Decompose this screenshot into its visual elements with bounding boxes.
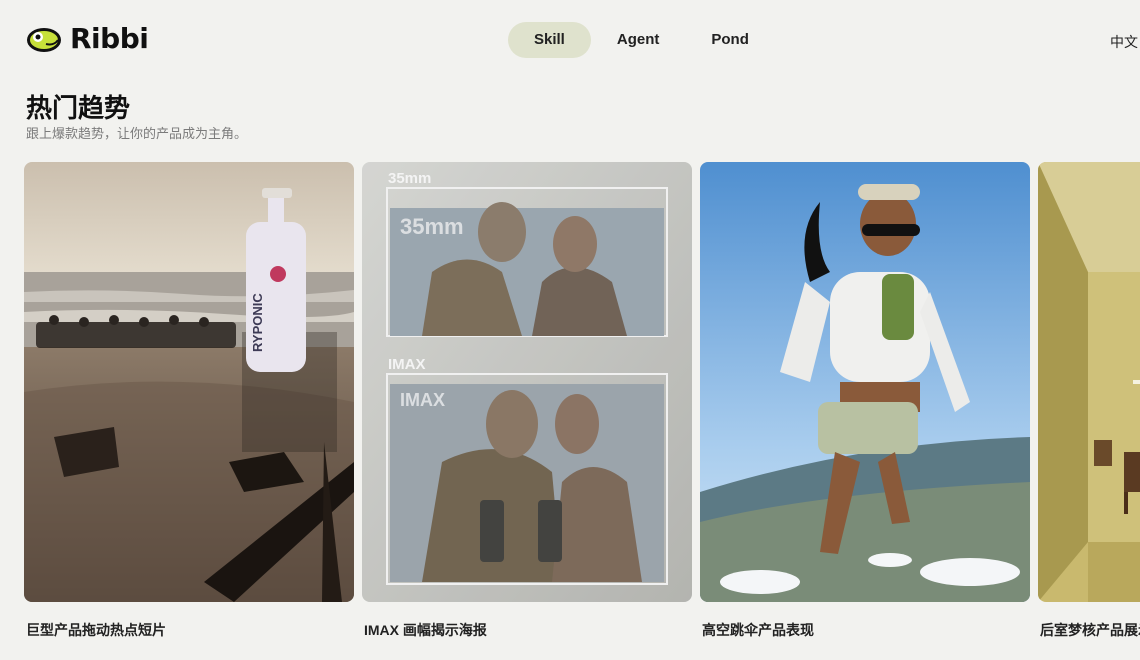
section-subtitle: 跟上爆款趋势，让你的产品成为主角。 — [26, 126, 248, 141]
nav-tab-pond[interactable]: Pond — [685, 22, 775, 58]
section-title: 热门趋势 — [26, 94, 131, 124]
card-thumbnail: 35mm 35mm IMAX IMAX — [362, 162, 692, 602]
card-caption: IMAX 画幅揭示海报 — [364, 622, 487, 638]
frog-logo-icon — [27, 28, 61, 52]
card-caption: 高空跳伞产品表现 — [702, 622, 814, 638]
card-caption: 巨型产品拖动热点短片 — [26, 622, 166, 638]
skydive-image — [700, 162, 1030, 602]
nav-tab-agent[interactable]: Agent — [591, 22, 686, 58]
main-nav: Skill Agent Pond — [508, 22, 775, 58]
backrooms-image — [1038, 162, 1140, 602]
brand-name: Ribbi — [70, 22, 149, 55]
trend-card-giant-product[interactable]: RYPONIC 巨型产品拖动热点短片 — [24, 162, 354, 640]
beach-bottle-image: RYPONIC — [24, 162, 354, 602]
card-thumbnail: RYPONIC — [24, 162, 354, 602]
brand-logo[interactable]: Ribbi — [26, 22, 149, 55]
language-switch[interactable]: 中文 — [1110, 32, 1138, 52]
card-caption: 后室梦核产品展示 — [1040, 622, 1140, 638]
nav-tab-skill[interactable]: Skill — [508, 22, 591, 58]
bottle-label: RYPONIC — [250, 293, 265, 352]
imax-poster-image: 35mm 35mm IMAX IMAX — [362, 162, 692, 602]
trend-card-row: RYPONIC 巨型产品拖动热点短片 35mm 35mm IMAX IMAX I… — [24, 162, 1140, 642]
trend-card-imax-poster[interactable]: 35mm 35mm IMAX IMAX IMAX 画幅揭示海报 — [362, 162, 692, 640]
card-thumbnail — [700, 162, 1030, 602]
trend-card-backrooms[interactable]: 后室梦核产品展示 — [1038, 162, 1140, 640]
top-header: Ribbi Skill Agent Pond 中文 — [0, 0, 1140, 80]
card-thumbnail — [1038, 162, 1140, 602]
trend-card-skydive[interactable]: 高空跳伞产品表现 — [700, 162, 1030, 640]
